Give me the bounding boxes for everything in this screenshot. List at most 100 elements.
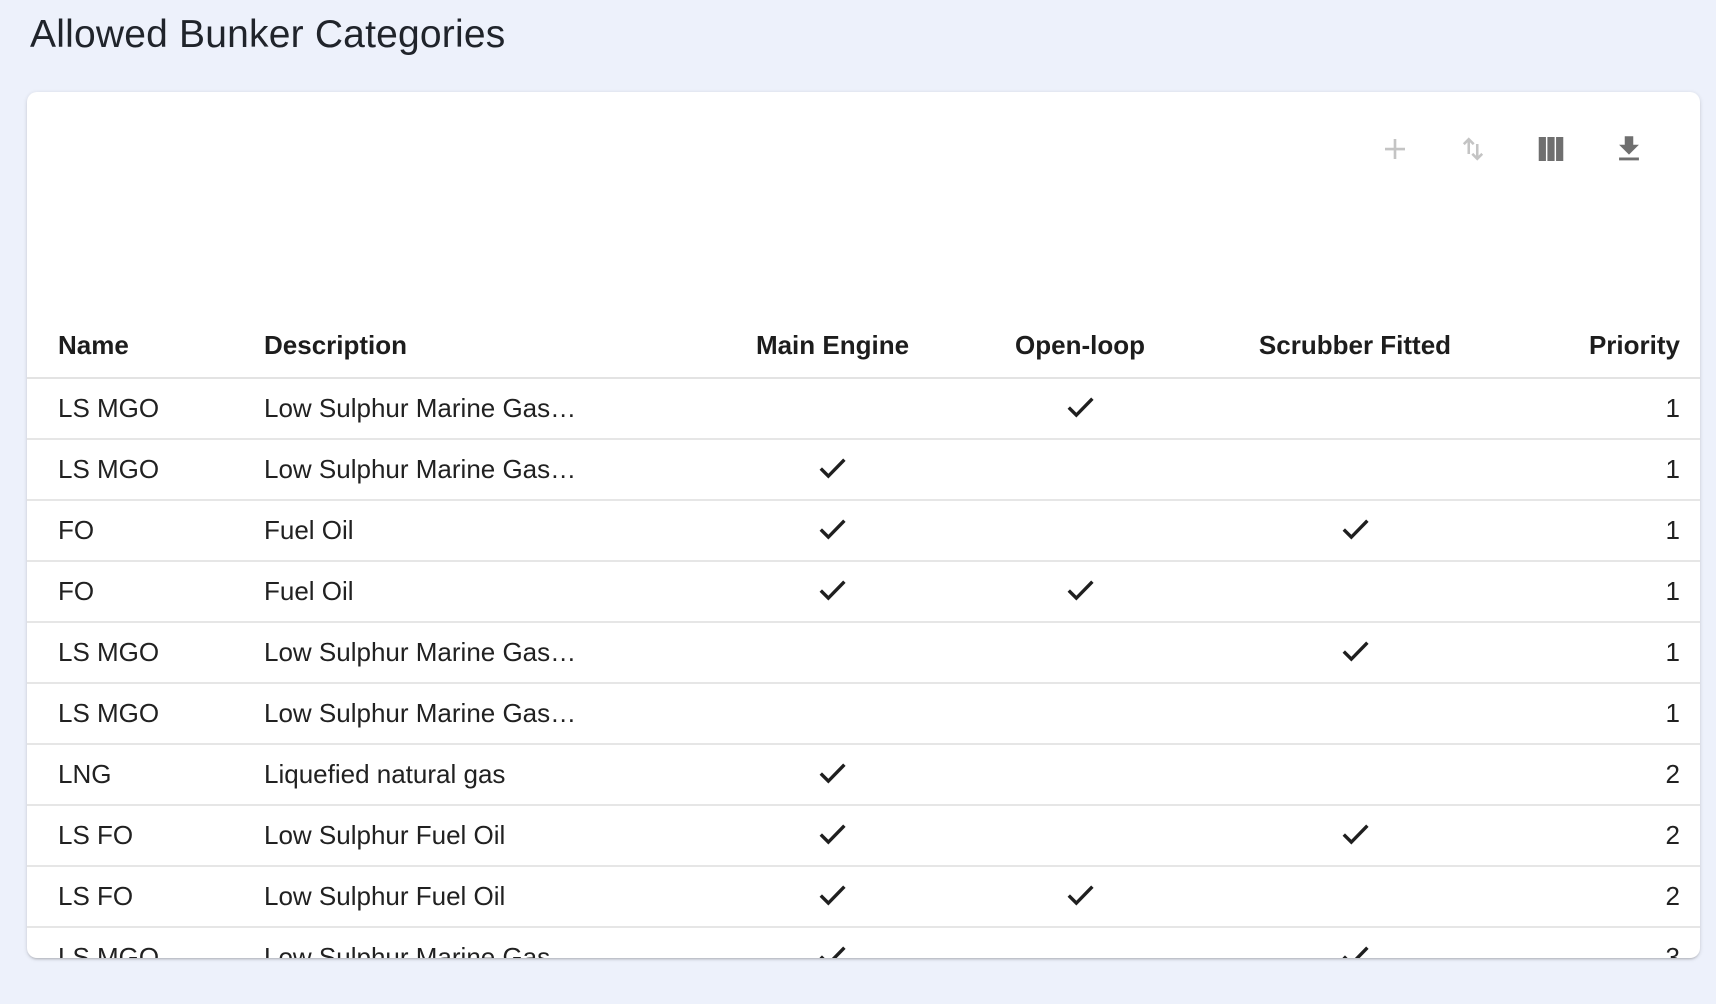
cell-description: Low Sulphur Marine Gas… — [264, 927, 700, 958]
cell-name: LS FO — [27, 805, 264, 866]
column-header-description[interactable]: Description — [264, 314, 700, 378]
cell-scrubber-fitted — [1195, 622, 1515, 683]
cell-main-engine — [700, 439, 965, 500]
cell-main-engine — [700, 683, 965, 744]
cell-priority: 2 — [1515, 866, 1700, 927]
cell-open-loop — [965, 927, 1195, 958]
table-row[interactable]: LS MGO Low Sulphur Marine Gas… 1 — [27, 439, 1700, 500]
check-icon — [1062, 876, 1099, 913]
table-row[interactable]: FO Fuel Oil 1 — [27, 500, 1700, 561]
page-title: Allowed Bunker Categories — [30, 13, 505, 57]
cell-name: FO — [27, 500, 264, 561]
cell-priority: 1 — [1515, 561, 1700, 622]
cell-main-engine — [700, 866, 965, 927]
cell-scrubber-fitted — [1195, 439, 1515, 500]
check-icon — [1062, 388, 1099, 425]
cell-scrubber-fitted — [1195, 500, 1515, 561]
cell-priority: 1 — [1515, 439, 1700, 500]
cell-name: LNG — [27, 744, 264, 805]
check-icon — [1337, 937, 1374, 958]
cell-open-loop — [965, 622, 1195, 683]
table-row[interactable]: LS MGO Low Sulphur Marine Gas… 1 — [27, 683, 1700, 744]
cell-priority: 2 — [1515, 805, 1700, 866]
table-header-row: Name Description Main Engine Open-loop S… — [27, 314, 1700, 378]
bunker-categories-table: Name Description Main Engine Open-loop S… — [27, 314, 1700, 958]
column-header-scrubber-fitted[interactable]: Scrubber Fitted — [1195, 314, 1515, 378]
cell-main-engine — [700, 805, 965, 866]
cell-open-loop — [965, 378, 1195, 439]
table-row[interactable]: FO Fuel Oil 1 — [27, 561, 1700, 622]
table-row[interactable]: LS FO Low Sulphur Fuel Oil 2 — [27, 805, 1700, 866]
cell-name: LS MGO — [27, 927, 264, 958]
cell-open-loop — [965, 805, 1195, 866]
cell-priority: 1 — [1515, 500, 1700, 561]
column-header-open-loop[interactable]: Open-loop — [965, 314, 1195, 378]
cell-name: LS MGO — [27, 439, 264, 500]
cell-description: Low Sulphur Marine Gas… — [264, 378, 700, 439]
manage-columns-button[interactable] — [1534, 132, 1568, 166]
cell-description: Fuel Oil — [264, 561, 700, 622]
download-icon — [1612, 132, 1646, 166]
check-icon — [1337, 815, 1374, 852]
cell-priority: 3 — [1515, 927, 1700, 958]
sort-button[interactable] — [1456, 132, 1490, 166]
columns-icon — [1535, 133, 1567, 165]
cell-open-loop — [965, 866, 1195, 927]
table-row[interactable]: LS MGO Low Sulphur Marine Gas… 3 — [27, 927, 1700, 958]
cell-main-engine — [700, 927, 965, 958]
cell-open-loop — [965, 439, 1195, 500]
cell-name: LS MGO — [27, 683, 264, 744]
table-row[interactable]: LS FO Low Sulphur Fuel Oil 2 — [27, 866, 1700, 927]
cell-description: Low Sulphur Fuel Oil — [264, 866, 700, 927]
cell-main-engine — [700, 744, 965, 805]
cell-priority: 1 — [1515, 622, 1700, 683]
cell-description: Liquefied natural gas — [264, 744, 700, 805]
cell-scrubber-fitted — [1195, 744, 1515, 805]
cell-name: LS MGO — [27, 378, 264, 439]
column-header-name[interactable]: Name — [27, 314, 264, 378]
check-icon — [1337, 632, 1374, 669]
cell-description: Low Sulphur Marine Gas… — [264, 683, 700, 744]
cell-name: FO — [27, 561, 264, 622]
column-header-main-engine[interactable]: Main Engine — [700, 314, 965, 378]
cell-main-engine — [700, 622, 965, 683]
cell-main-engine — [700, 378, 965, 439]
cell-open-loop — [965, 744, 1195, 805]
cell-name: LS FO — [27, 866, 264, 927]
add-button[interactable] — [1378, 132, 1412, 166]
check-icon — [814, 754, 851, 791]
check-icon — [814, 510, 851, 547]
table-row[interactable]: LS MGO Low Sulphur Marine Gas… 1 — [27, 622, 1700, 683]
cell-priority: 1 — [1515, 378, 1700, 439]
cell-main-engine — [700, 500, 965, 561]
plus-icon — [1380, 134, 1410, 164]
table-row[interactable]: LNG Liquefied natural gas 2 — [27, 744, 1700, 805]
cell-scrubber-fitted — [1195, 927, 1515, 958]
check-icon — [814, 876, 851, 913]
table-toolbar — [1378, 132, 1646, 166]
cell-scrubber-fitted — [1195, 866, 1515, 927]
cell-main-engine — [700, 561, 965, 622]
bunker-table-body: LS MGO Low Sulphur Marine Gas… 1 LS MGO … — [27, 378, 1700, 958]
column-header-priority[interactable]: Priority — [1515, 314, 1700, 378]
cell-description: Low Sulphur Fuel Oil — [264, 805, 700, 866]
cell-priority: 2 — [1515, 744, 1700, 805]
cell-description: Fuel Oil — [264, 500, 700, 561]
check-icon — [814, 815, 851, 852]
cell-scrubber-fitted — [1195, 561, 1515, 622]
table-row[interactable]: LS MGO Low Sulphur Marine Gas… 1 — [27, 378, 1700, 439]
cell-scrubber-fitted — [1195, 805, 1515, 866]
cell-open-loop — [965, 561, 1195, 622]
bunker-categories-card: Name Description Main Engine Open-loop S… — [27, 92, 1700, 958]
cell-scrubber-fitted — [1195, 378, 1515, 439]
check-icon — [1062, 571, 1099, 608]
cell-name: LS MGO — [27, 622, 264, 683]
check-icon — [1337, 510, 1374, 547]
cell-open-loop — [965, 500, 1195, 561]
check-icon — [814, 449, 851, 486]
check-icon — [814, 937, 851, 958]
cell-description: Low Sulphur Marine Gas… — [264, 622, 700, 683]
cell-open-loop — [965, 683, 1195, 744]
sort-arrows-icon — [1456, 132, 1490, 166]
download-button[interactable] — [1612, 132, 1646, 166]
